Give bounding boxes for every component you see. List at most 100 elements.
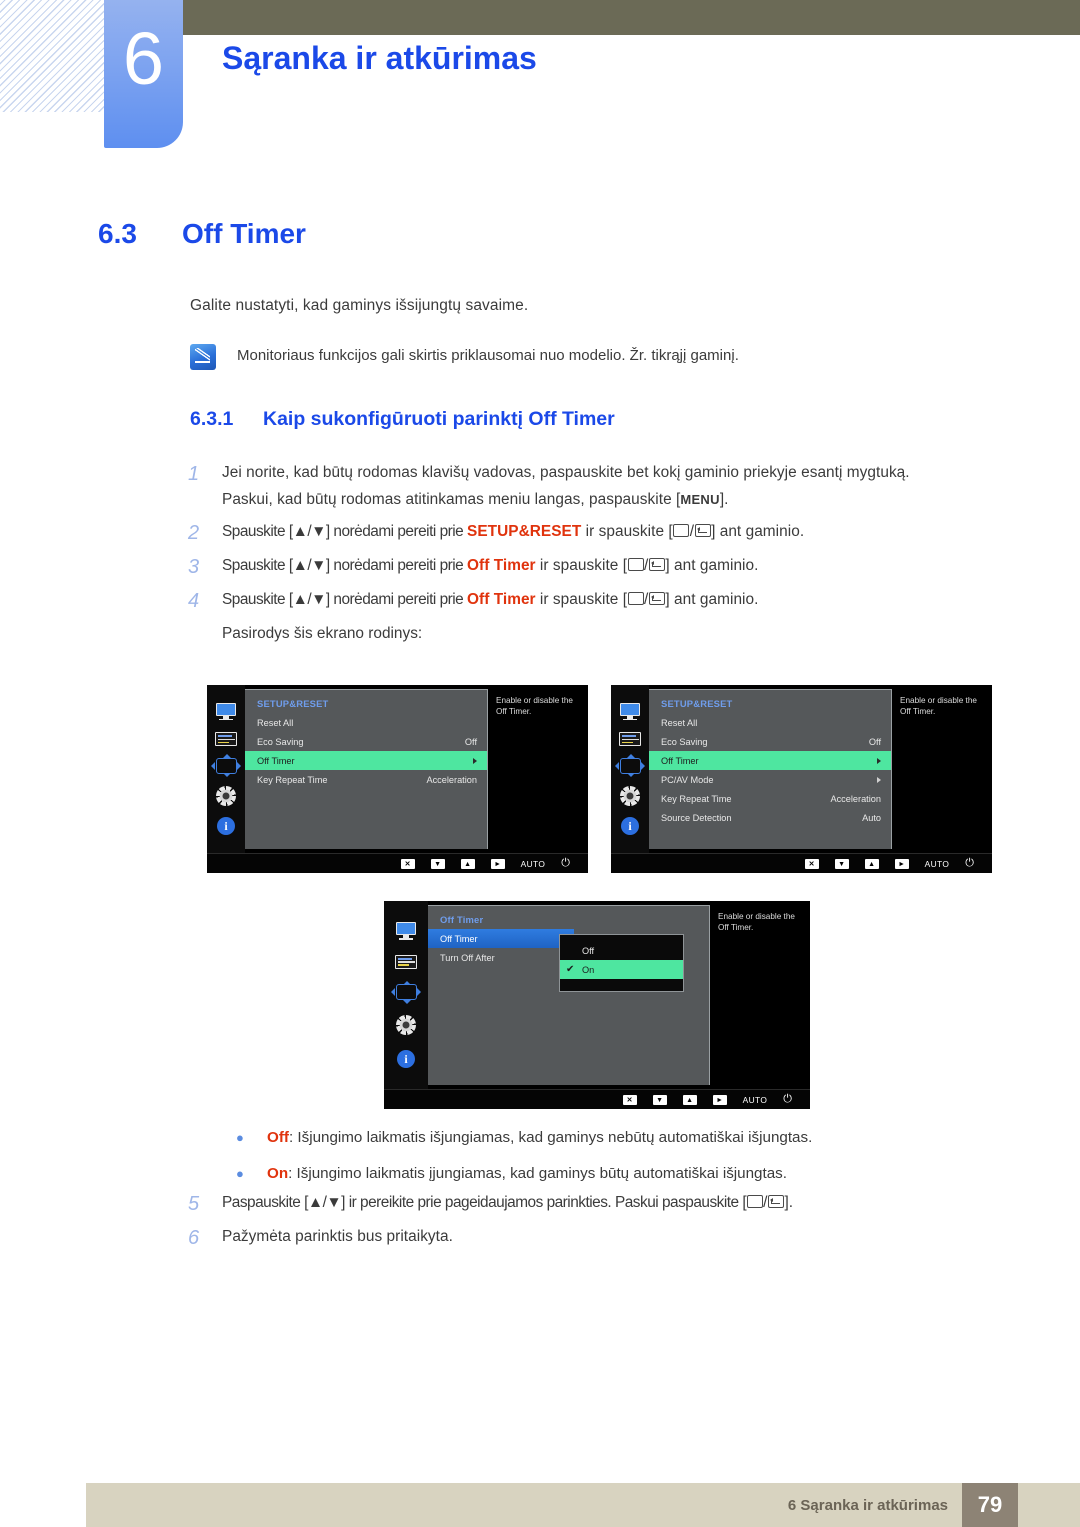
gear-icon[interactable]	[216, 785, 236, 806]
step-line-part: Paskui, kad būtų rodomas atitinkamas men…	[222, 491, 681, 508]
down-button-icon[interactable]	[652, 1094, 667, 1105]
enter-key-icon	[648, 558, 665, 571]
osd-menu-item[interactable]: Eco Saving Off	[649, 732, 891, 751]
auto-button-label[interactable]: AUTO	[521, 859, 546, 869]
section-intro: Galite nustatyti, kad gaminys išsijungtų…	[190, 297, 529, 314]
power-button-icon[interactable]: ⏻	[561, 858, 570, 869]
down-button-icon[interactable]	[834, 858, 849, 869]
right-button-icon[interactable]	[712, 1094, 727, 1105]
osd-menu-panel: Off Timer Off Timer Turn Off After Off ✔…	[428, 905, 710, 1085]
osd-menu-item[interactable]: Eco Saving Off	[245, 732, 487, 751]
osd-menu-title: Off Timer	[440, 914, 484, 925]
osd-menu-item[interactable]: Key Repeat Time Acceleration	[649, 789, 891, 808]
close-button-icon[interactable]	[622, 1094, 637, 1105]
highlight-term: SETUP&RESET	[467, 523, 582, 540]
osd-menu-panel: SETUP&RESET Reset All Eco Saving Off Off …	[245, 689, 488, 849]
osd-menu-item[interactable]: PC/AV Mode	[649, 770, 891, 789]
osd-item-label: Eco Saving	[257, 736, 304, 747]
osd-screenshot-2: i SETUP&RESET Reset All Eco Saving Off Of…	[611, 685, 992, 873]
color-bars-icon[interactable]	[215, 732, 237, 747]
bullet-dot-icon: ●	[236, 1130, 244, 1145]
bullet-desc: : Išjungimo laikmatis išjungiamas, kad g…	[288, 1129, 813, 1146]
step-text: Spauskite [▲/▼] norėdami pereiti prie Of…	[222, 591, 759, 608]
step-line-part: ir spauskite [	[535, 591, 628, 608]
osd-icon-rail: i	[207, 685, 245, 853]
dropdown-option-label: Off	[582, 945, 595, 956]
up-button-icon[interactable]	[460, 858, 475, 869]
close-button-icon[interactable]	[804, 858, 819, 869]
gear-icon[interactable]	[620, 785, 640, 806]
osd-menu-item[interactable]: Source Detection Auto	[649, 808, 891, 827]
info-icon[interactable]: i	[397, 1050, 415, 1068]
step-item: 2 Spauskite [▲/▼] norėdami pereiti prie …	[188, 519, 1018, 546]
color-bars-icon[interactable]	[619, 732, 641, 747]
enter-key-icon	[694, 524, 711, 537]
steps-list: 1 Jei norite, kad būtų rodomas klavišų v…	[188, 460, 1018, 653]
osd-screenshot-3: i Off Timer Off Timer Turn Off After Off…	[384, 901, 810, 1109]
osd-menu-title: SETUP&RESET	[661, 698, 733, 709]
step-line-part: ir spauskite [	[581, 523, 673, 540]
right-button-icon[interactable]	[490, 858, 505, 869]
step-item: 6 Pažymėta parinktis bus pritaikyta.	[188, 1224, 1018, 1251]
osd-menu-item[interactable]: Key Repeat Time Acceleration	[245, 770, 487, 789]
monitor-icon[interactable]	[215, 702, 237, 721]
power-button-icon[interactable]: ⏻	[965, 858, 974, 869]
enter-key-icon	[767, 1195, 784, 1208]
info-icon[interactable]: i	[621, 817, 639, 836]
bullet-text: On: Išjungimo laikmatis įjungiamas, kad …	[267, 1162, 787, 1186]
info-icon[interactable]: i	[217, 817, 235, 836]
dpad-icon[interactable]	[211, 754, 241, 778]
osd-item-label: Reset All	[661, 717, 698, 728]
monitor-icon[interactable]	[619, 702, 641, 721]
osd-menu-item[interactable]: Reset All	[245, 713, 487, 732]
osd-button-bar: AUTO ⏻	[611, 853, 992, 873]
dpad-icon[interactable]	[391, 980, 421, 1004]
window-key-icon	[627, 558, 644, 571]
step-number: 2	[188, 522, 200, 544]
auto-button-label[interactable]: AUTO	[925, 859, 950, 869]
osd-help-text: Enable or disable the Off Timer.	[488, 685, 588, 853]
osd-button-bar: AUTO ⏻	[384, 1089, 810, 1109]
osd-item-label: Key Repeat Time	[257, 774, 328, 785]
osd-item-label: Off Timer	[440, 933, 478, 944]
step-item: 1 Jei norite, kad būtų rodomas klavišų v…	[188, 460, 1018, 512]
close-button-icon[interactable]	[400, 858, 415, 869]
osd-dropdown: Off ✔ On	[559, 934, 684, 992]
osd-menu-item[interactable]: Reset All	[649, 713, 891, 732]
bullet-dot-icon: ●	[236, 1166, 244, 1181]
dropdown-option[interactable]: Off	[560, 941, 683, 960]
section-title: Off Timer	[182, 218, 306, 249]
up-button-icon[interactable]	[682, 1094, 697, 1105]
step-item: 5 Paspauskite [▲/▼] ir pereikite prie pa…	[188, 1190, 1018, 1217]
osd-icon-rail: i	[611, 685, 649, 853]
bullet-desc: : Išjungimo laikmatis įjungiamas, kad ga…	[288, 1165, 787, 1182]
highlight-term: Off Timer	[467, 557, 536, 574]
osd-menu-item-selected[interactable]: Off Timer	[245, 751, 487, 770]
osd-menu-item-selected[interactable]: Off Timer	[649, 751, 891, 770]
power-button-icon[interactable]: ⏻	[783, 1094, 792, 1105]
osd-item-value: Off	[868, 736, 881, 747]
monitor-icon[interactable]	[395, 922, 417, 940]
osd-item-value: Acceleration	[830, 793, 881, 804]
option-bullets: ● Off: Išjungimo laikmatis išjungiamas, …	[236, 1126, 1016, 1198]
footer-chapter-label: 6 Sąranka ir atkūrimas	[787, 1497, 948, 1514]
note-text: Monitoriaus funkcijos gali skirtis prikl…	[237, 347, 739, 364]
right-button-icon[interactable]	[894, 858, 909, 869]
down-button-icon[interactable]	[430, 858, 445, 869]
gear-icon[interactable]	[396, 1015, 416, 1035]
step-line-part: Spauskite [▲/▼] norėdami pereiti prie	[222, 523, 468, 540]
chevron-right-icon	[877, 776, 881, 783]
enter-key-icon	[648, 592, 665, 605]
auto-button-label[interactable]: AUTO	[743, 1095, 768, 1105]
dpad-icon[interactable]	[615, 754, 645, 778]
osd-screenshot-1: i SETUP&RESET Reset All Eco Saving Off Of…	[207, 685, 588, 873]
bullet-text: Off: Išjungimo laikmatis išjungiamas, ka…	[267, 1126, 812, 1150]
osd-menu-item-selected[interactable]: Off Timer	[428, 929, 574, 948]
dropdown-option-label: On	[582, 964, 595, 975]
step-text: Paspauskite [▲/▼] ir pereikite prie page…	[222, 1194, 794, 1211]
osd-icon-rail: i	[384, 901, 428, 1089]
chapter-title: Sąranka ir atkūrimas	[222, 40, 537, 76]
color-bars-icon[interactable]	[395, 955, 417, 969]
dropdown-option-selected[interactable]: ✔ On	[560, 960, 683, 979]
up-button-icon[interactable]	[864, 858, 879, 869]
